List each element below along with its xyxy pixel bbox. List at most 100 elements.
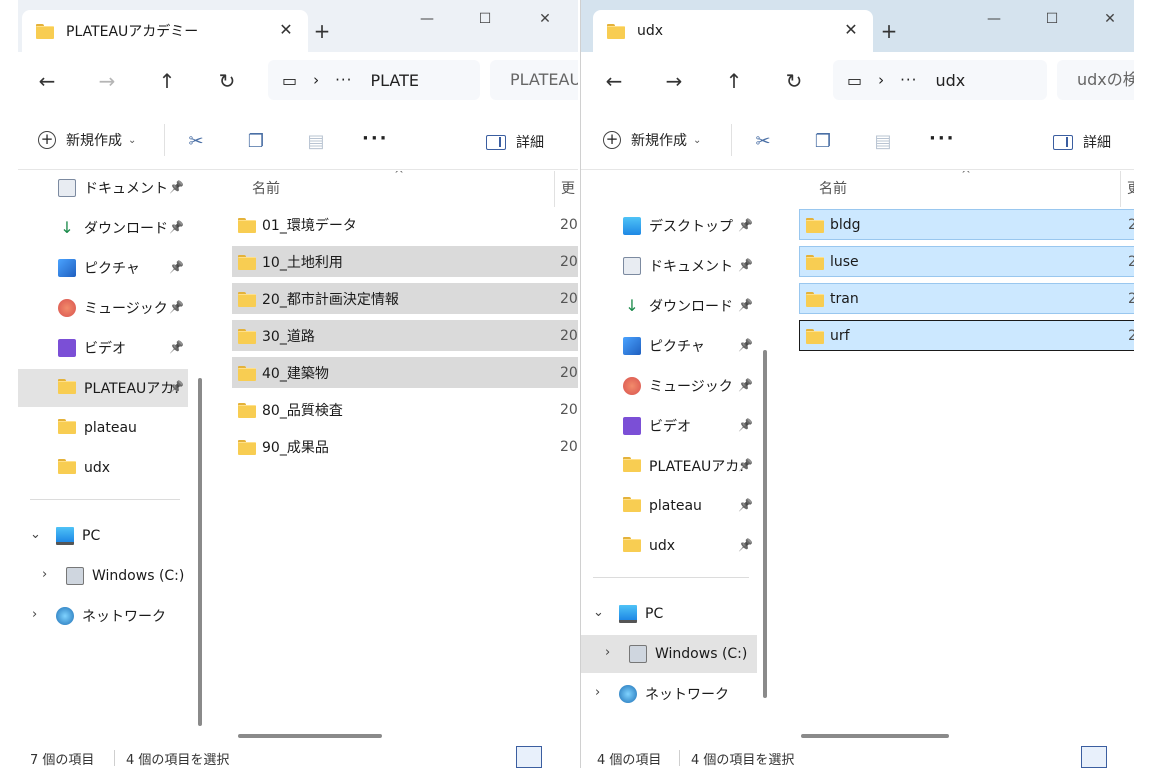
details-view-button[interactable] bbox=[1081, 746, 1107, 768]
up-arrow-icon[interactable]: ↑ bbox=[719, 66, 749, 96]
details-pane-button[interactable]: 詳細 bbox=[486, 132, 544, 152]
forward-arrow-icon[interactable]: → bbox=[92, 66, 122, 96]
copy-icon[interactable]: ❐ bbox=[244, 130, 268, 154]
paste-icon[interactable]: ▤ bbox=[871, 130, 895, 154]
chevron-right-icon[interactable]: › bbox=[32, 607, 37, 622]
tiles-view-button[interactable] bbox=[1111, 746, 1134, 768]
file-row[interactable]: 30_道路 20 bbox=[232, 320, 578, 351]
file-row[interactable]: tran 2 bbox=[799, 283, 1134, 314]
new-button[interactable]: + 新規作成 ⌄ bbox=[38, 130, 136, 150]
close-window-button[interactable]: ✕ bbox=[1087, 6, 1133, 32]
breadcrumb-overflow[interactable]: ··· bbox=[900, 71, 917, 89]
new-tab-button[interactable]: + bbox=[308, 18, 336, 46]
file-row[interactable]: 20_都市計画決定情報 20 bbox=[232, 283, 578, 314]
sidebar-item[interactable]: plateau 📌 bbox=[581, 487, 757, 525]
tab-close-icon[interactable]: ✕ bbox=[841, 20, 861, 40]
chevron-right-icon[interactable]: › bbox=[595, 685, 600, 700]
sidebar-item[interactable]: ↓ ダウンロード 📌 bbox=[18, 209, 188, 247]
cut-icon[interactable]: ✂ bbox=[184, 130, 208, 154]
minimize-button[interactable]: — bbox=[971, 6, 1017, 32]
pin-icon: 📌 bbox=[738, 298, 753, 312]
chevron-right-icon[interactable]: › bbox=[42, 567, 47, 582]
sidebar-item[interactable]: plateau bbox=[18, 409, 188, 447]
file-row[interactable]: urf 2 bbox=[799, 320, 1134, 351]
sidebar-item[interactable]: ピクチャ 📌 bbox=[581, 327, 757, 365]
sidebar-item[interactable]: ピクチャ 📌 bbox=[18, 249, 188, 287]
more-options-button[interactable]: ··· bbox=[362, 128, 389, 149]
tab-plateau-academy[interactable]: PLATEAUアカデミー ✕ bbox=[22, 10, 308, 52]
column-divider[interactable] bbox=[554, 171, 555, 207]
chevron-down-icon[interactable]: ⌄ bbox=[593, 605, 604, 620]
nav-scrollbar[interactable] bbox=[763, 350, 767, 698]
column-header-name[interactable]: 名前 bbox=[252, 178, 280, 198]
sidebar-item[interactable]: udx bbox=[18, 449, 188, 487]
address-bar[interactable]: ▭ › ··· PLATE bbox=[268, 60, 480, 100]
breadcrumb[interactable]: PLATE bbox=[370, 71, 419, 90]
sidebar-item[interactable]: ミュージック 📌 bbox=[18, 289, 188, 327]
sidebar-item[interactable]: ビデオ 📌 bbox=[18, 329, 188, 367]
document-icon bbox=[58, 179, 76, 197]
details-view-button[interactable] bbox=[516, 746, 542, 768]
chevron-down-icon[interactable]: ⌄ bbox=[30, 527, 41, 542]
file-row[interactable]: 90_成果品 20 bbox=[232, 431, 578, 462]
maximize-button[interactable]: ☐ bbox=[1029, 6, 1075, 32]
column-header-name[interactable]: 名前 bbox=[819, 178, 847, 198]
column-header-date[interactable]: 更 bbox=[1127, 178, 1134, 198]
sidebar-item[interactable]: デスクトップ 📌 bbox=[581, 207, 757, 245]
new-button[interactable]: + 新規作成 ⌄ bbox=[603, 130, 701, 150]
sidebar-item[interactable]: PLATEAUアカ: 📌 bbox=[581, 447, 757, 485]
horizontal-scrollbar[interactable] bbox=[238, 734, 382, 738]
minimize-button[interactable]: — bbox=[404, 6, 450, 32]
refresh-icon[interactable]: ↻ bbox=[779, 66, 809, 96]
sidebar-item[interactable]: ドキュメント 📌 bbox=[18, 171, 188, 207]
sidebar-item[interactable]: ビデオ 📌 bbox=[581, 407, 757, 445]
search-input[interactable]: PLATEAU bbox=[490, 60, 578, 100]
sidebar-item[interactable]: udx 📌 bbox=[581, 527, 757, 565]
copy-icon[interactable]: ❐ bbox=[811, 130, 835, 154]
up-arrow-icon[interactable]: ↑ bbox=[152, 66, 182, 96]
file-row[interactable]: 10_土地利用 20 bbox=[232, 246, 578, 277]
sidebar-item-network[interactable]: › ネットワーク bbox=[18, 597, 188, 635]
breadcrumb-overflow[interactable]: ··· bbox=[335, 71, 352, 89]
folder-icon bbox=[806, 254, 824, 270]
back-arrow-icon[interactable]: ← bbox=[599, 66, 629, 96]
close-window-button[interactable]: ✕ bbox=[522, 6, 568, 32]
chevron-right-icon[interactable]: › bbox=[605, 645, 610, 660]
back-arrow-icon[interactable]: ← bbox=[32, 66, 62, 96]
tab-udx[interactable]: udx ✕ bbox=[593, 10, 873, 52]
column-header-date[interactable]: 更 bbox=[561, 178, 575, 198]
details-pane-button[interactable]: 詳細 bbox=[1053, 132, 1111, 152]
sidebar-item-drive[interactable]: › Windows (C:) bbox=[18, 557, 188, 595]
sidebar-item[interactable]: ドキュメント 📌 bbox=[581, 247, 757, 285]
sidebar-item-drive[interactable]: › Windows (C:) bbox=[581, 635, 757, 673]
sidebar-item[interactable]: PLATEAUアカ: 📌 bbox=[18, 369, 188, 407]
more-options-button[interactable]: ··· bbox=[929, 128, 956, 149]
maximize-button[interactable]: ☐ bbox=[462, 6, 508, 32]
tiles-view-button[interactable] bbox=[546, 746, 572, 768]
sidebar-item-label: PLATEAUアカ: bbox=[649, 459, 744, 475]
new-tab-button[interactable]: + bbox=[875, 18, 903, 46]
sidebar-item[interactable]: ミュージック 📌 bbox=[581, 367, 757, 405]
address-bar[interactable]: ▭ › ··· udx bbox=[833, 60, 1047, 100]
paste-icon[interactable]: ▤ bbox=[304, 130, 328, 154]
folder-icon bbox=[238, 402, 256, 418]
nav-scrollbar[interactable] bbox=[198, 378, 202, 726]
file-row[interactable]: 40_建築物 20 bbox=[232, 357, 578, 388]
search-input[interactable]: udxの検 bbox=[1057, 60, 1134, 100]
cut-icon[interactable]: ✂ bbox=[751, 130, 775, 154]
sidebar-item-pc[interactable]: ⌄ PC bbox=[581, 595, 757, 633]
forward-arrow-icon[interactable]: → bbox=[659, 66, 689, 96]
tab-close-icon[interactable]: ✕ bbox=[276, 20, 296, 40]
file-row[interactable]: 80_品質検査 20 bbox=[232, 394, 578, 425]
file-row[interactable]: 01_環境データ 20 bbox=[232, 209, 578, 240]
horizontal-scrollbar[interactable] bbox=[801, 734, 949, 738]
breadcrumb[interactable]: udx bbox=[935, 71, 965, 90]
sidebar-item-network[interactable]: › ネットワーク bbox=[581, 675, 757, 713]
address-toolbar: ← → ↑ ↻ ▭ › ··· udx udxの検 bbox=[581, 52, 1134, 110]
column-divider[interactable] bbox=[1120, 171, 1121, 207]
refresh-icon[interactable]: ↻ bbox=[212, 66, 242, 96]
sidebar-item[interactable]: ↓ ダウンロード 📌 bbox=[581, 287, 757, 325]
sidebar-item-pc[interactable]: ⌄ PC bbox=[18, 517, 188, 555]
file-row[interactable]: bldg 2 bbox=[799, 209, 1134, 240]
file-row[interactable]: luse 2 bbox=[799, 246, 1134, 277]
